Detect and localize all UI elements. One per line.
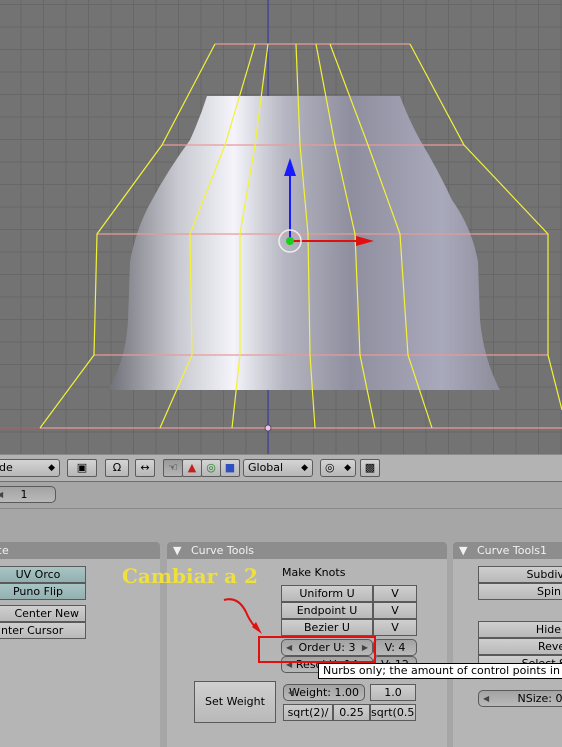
center-new-button[interactable]: Center New <box>0 605 86 622</box>
hide-label: Hide <box>535 623 561 636</box>
hand-icon: ☜ <box>168 461 178 474</box>
order-v-value: V: 4 <box>384 641 406 654</box>
rotate-toggle[interactable]: ◎ <box>201 459 221 477</box>
frame-value: 1 <box>20 488 28 501</box>
left-arrow-icon: ◀ <box>483 694 490 703</box>
make-knots-label: Make Knots <box>282 566 346 579</box>
order-v-field[interactable]: V: 4 <box>373 639 417 656</box>
weight-quarter-label: 0.25 <box>339 706 364 719</box>
frame-field[interactable]: ◀ 1 <box>0 486 56 503</box>
reveal-button[interactable]: Reveal <box>478 638 562 655</box>
mode-select[interactable]: de ◆ <box>0 459 60 477</box>
right-arrow-icon: ▶ <box>361 643 368 652</box>
image-icon: ▩ <box>364 461 376 474</box>
viewport-header: de ◆ ▣ Ω ↔ ☜ ▲ ◎ ■ Global ◆ ◎ ◆ ▩ <box>0 454 562 482</box>
endpoint-u-label: Endpoint U <box>296 604 358 617</box>
reveal-label: Reveal <box>538 640 562 653</box>
left-arrow-icon: ◀ <box>288 688 295 697</box>
subdivide-label: Subdivi <box>526 568 562 581</box>
endpoint-v-button[interactable]: V <box>373 602 417 619</box>
nurbs-surface[interactable] <box>108 96 500 390</box>
proportional-icon: ◎ <box>325 461 335 474</box>
set-weight-label: Set Weight <box>205 695 265 708</box>
rotate-icon: ◎ <box>206 461 216 474</box>
mode-select-value: de <box>0 461 13 474</box>
snap-icon: ↔ <box>140 461 150 474</box>
panel-curve-tools1: ▼ Curve Tools1 Subdivi Spin Hide Reveal … <box>453 542 562 747</box>
uniform-u-label: Uniform U <box>299 587 355 600</box>
puno-flip-label: Puno Flip <box>12 585 64 598</box>
bezier-v-button[interactable]: V <box>373 619 417 636</box>
order-u-value: Order U: 3 <box>298 641 356 654</box>
panel-curve-tools1-title: Curve Tools1 <box>476 544 548 557</box>
bezier-u-label: Bezier U <box>304 621 350 634</box>
divider <box>0 508 562 509</box>
triangle-icon: ▲ <box>187 461 197 474</box>
weight-one-label: 1.0 <box>384 686 402 699</box>
hide-button[interactable]: Hide <box>478 621 562 638</box>
nsize-field[interactable]: ◀ NSize: 0.1 <box>478 690 562 707</box>
left-arrow-icon: ◀ <box>286 660 293 669</box>
bezier-v-label: V <box>391 621 399 634</box>
snap-toggle[interactable]: ↔ <box>135 459 155 477</box>
orientation-select[interactable]: Global ◆ <box>243 459 313 477</box>
annotation-text: Cambiar a 2 <box>122 564 258 588</box>
left-arrow-icon: ◀ <box>0 487 3 502</box>
weight-field[interactable]: ◀ Weight: 1.00 <box>283 684 365 701</box>
uv-orco-button[interactable]: UV Orco <box>0 566 86 583</box>
pivot-icon: Ω <box>112 461 122 474</box>
manipulator-toggle[interactable]: ☜ <box>163 459 183 477</box>
panel-left-header[interactable]: ce <box>0 542 160 559</box>
order-u-field[interactable]: ◀ Order U: 3 ▶ <box>281 639 373 656</box>
tooltip: Nurbs only; the amount of control points… <box>318 663 562 679</box>
translate-toggle[interactable]: ▲ <box>182 459 202 477</box>
spin-button[interactable]: Spin <box>478 583 562 600</box>
updown-icon: ◆ <box>301 463 308 473</box>
weight-quarter-button[interactable]: 0.25 <box>333 704 370 721</box>
puno-flip-button[interactable]: Puno Flip <box>0 583 86 600</box>
sqrt05-button[interactable]: sqrt(0.5) <box>370 704 416 721</box>
panel-curve-tools-header[interactable]: ▼ Curve Tools <box>167 542 447 559</box>
uniform-v-label: V <box>391 587 399 600</box>
pivot-select[interactable]: Ω <box>105 459 129 477</box>
3d-viewport[interactable] <box>0 0 562 454</box>
weight-one-button[interactable]: 1.0 <box>370 684 416 701</box>
draw-type-select[interactable]: ▣ <box>67 459 97 477</box>
panel-curve-tools1-header[interactable]: ▼ Curve Tools1 <box>453 542 562 559</box>
panel-left-title: ce <box>0 544 9 557</box>
collapse-triangle-icon: ▼ <box>173 544 182 557</box>
spin-label: Spin <box>537 585 561 598</box>
pivot-point <box>286 237 294 245</box>
center-cursor-label: nter Cursor <box>1 624 64 637</box>
subdivide-button[interactable]: Subdivi <box>478 566 562 583</box>
endpoint-v-label: V <box>391 604 399 617</box>
3d-cursor <box>264 424 272 432</box>
orientation-value: Global <box>248 461 284 474</box>
updown-icon: ◆ <box>48 463 55 473</box>
uv-orco-label: UV Orco <box>15 568 61 581</box>
collapse-triangle-icon: ▼ <box>459 544 468 557</box>
uniform-u-button[interactable]: Uniform U <box>281 585 373 602</box>
proportional-select[interactable]: ◎ ◆ <box>320 459 356 477</box>
nsize-value: NSize: 0.1 <box>517 692 562 705</box>
center-new-label: Center New <box>14 607 79 620</box>
endpoint-u-button[interactable]: Endpoint U <box>281 602 373 619</box>
uniform-v-button[interactable]: V <box>373 585 417 602</box>
center-cursor-button[interactable]: nter Cursor <box>0 622 86 639</box>
scale-toggle[interactable]: ■ <box>220 459 240 477</box>
updown-icon: ◆ <box>344 463 351 473</box>
panel-curve-tools-title: Curve Tools <box>190 544 255 557</box>
sqrt2-label: sqrt(2)/ <box>287 706 329 719</box>
scale-icon: ■ <box>224 461 236 474</box>
left-arrow-icon: ◀ <box>286 643 293 652</box>
render-preview-button[interactable]: ▩ <box>360 459 380 477</box>
viewport-canvas <box>0 0 562 454</box>
weight-value: Weight: 1.00 <box>288 686 360 699</box>
cube-icon: ▣ <box>76 461 88 474</box>
sqrt05-label: sqrt(0.5) <box>371 706 416 719</box>
bezier-u-button[interactable]: Bezier U <box>281 619 373 636</box>
set-weight-button[interactable]: Set Weight <box>194 681 276 723</box>
sqrt2-button[interactable]: sqrt(2)/ <box>283 704 333 721</box>
